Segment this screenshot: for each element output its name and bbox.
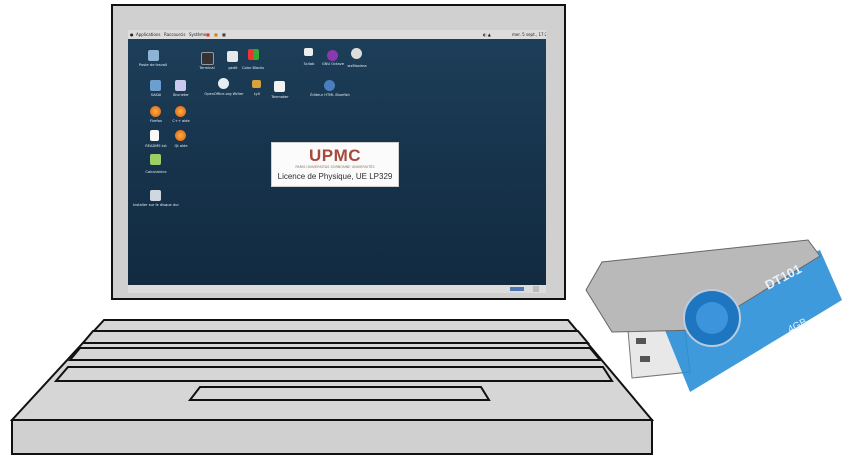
- laptop-base-drawing: DT101 4GB: [9, 239, 842, 455]
- touchpad: [187, 386, 491, 401]
- usb-pin: [640, 356, 650, 362]
- keyboard-row: [67, 347, 603, 361]
- usb-drive: DT101 4GB: [585, 239, 842, 392]
- keyboard-row: [53, 366, 614, 382]
- keyboard-row: [80, 330, 591, 344]
- laptop-front-edge: [11, 419, 653, 455]
- usb-pin: [636, 338, 646, 344]
- kingston-emblem-inner: [696, 302, 728, 334]
